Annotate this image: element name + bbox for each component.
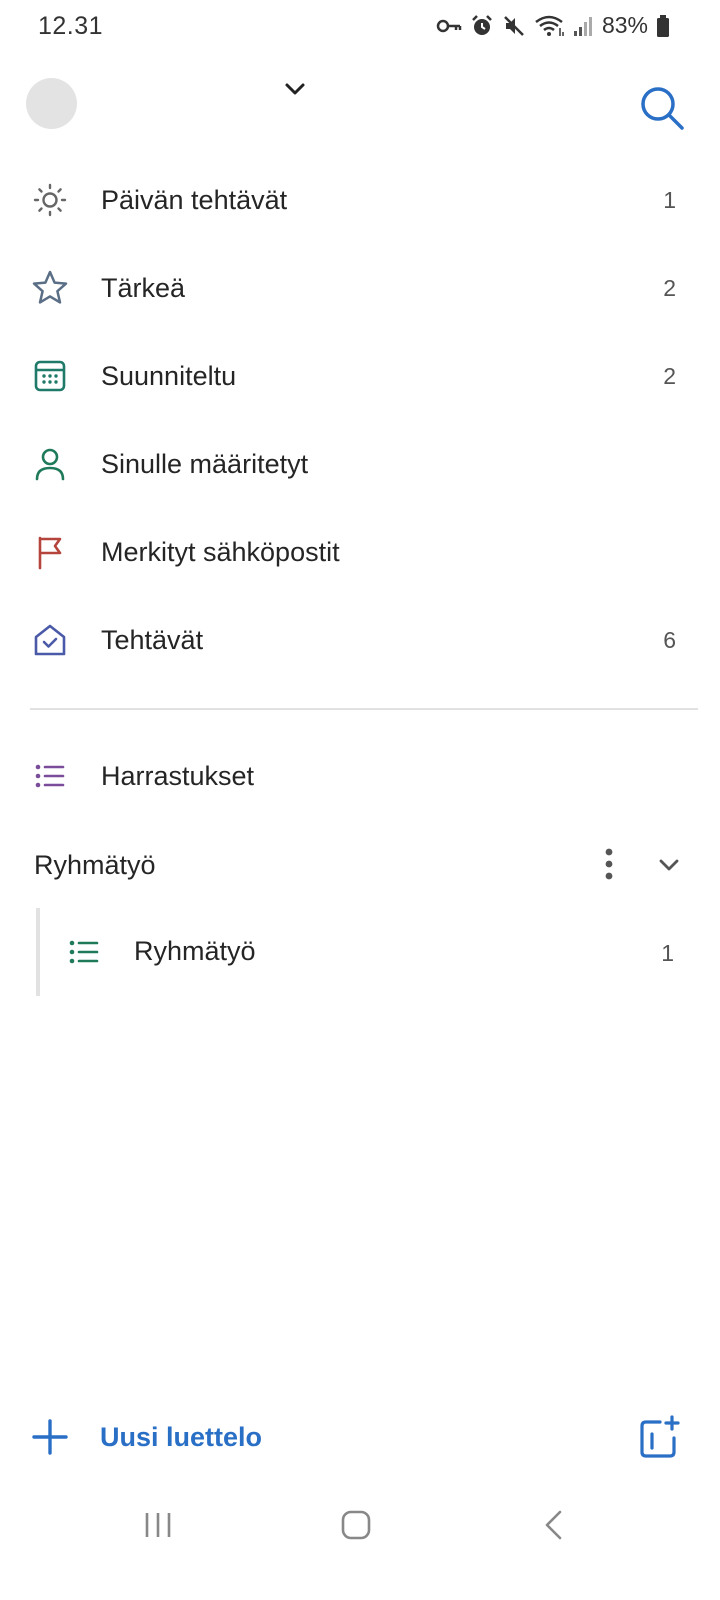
new-list-label: Uusi luettelo [100, 1421, 263, 1452]
bottom-bar: Uusi luettelo [0, 1396, 720, 1480]
calendar-icon [30, 356, 70, 396]
back-button[interactable] [524, 1500, 584, 1550]
home-icon [341, 1510, 371, 1540]
battery-icon [657, 14, 669, 37]
sidebar-item-label: Päivän tehtävät [101, 184, 288, 215]
search-icon [641, 87, 684, 130]
mute-icon [504, 15, 524, 36]
sidebar-item-flagged-email[interactable]: Merkityt sähköpostit [0, 512, 720, 592]
list-item-ryhmatyo[interactable]: Ryhmätyö 1 [0, 912, 720, 992]
more-options-button[interactable] [592, 844, 626, 884]
back-icon [545, 1510, 562, 1540]
divider [30, 708, 698, 710]
status-icons: 83% [436, 12, 670, 39]
star-icon [30, 268, 70, 308]
chevron-down-icon[interactable] [282, 76, 308, 102]
sidebar-item-label: Tärkeä [101, 272, 186, 303]
recent-apps-button[interactable] [128, 1500, 188, 1550]
sidebar-item-label: Sinulle määritetyt [101, 448, 309, 479]
list-item-harrastukset[interactable]: Harrastukset [0, 736, 720, 816]
status-bar: 12.31 83% [0, 0, 720, 52]
system-navigation-bar [0, 1490, 720, 1560]
list-icon [64, 932, 104, 972]
header [0, 60, 720, 150]
home-check-icon [30, 620, 70, 660]
task-count: 6 [663, 626, 676, 653]
task-count: 1 [661, 940, 674, 966]
sidebar-item-tasks[interactable]: Tehtävät 6 [0, 600, 720, 680]
more-vertical-icon [605, 848, 613, 880]
list-item-label: Harrastukset [101, 760, 255, 791]
recent-apps-icon [145, 1513, 171, 1537]
sidebar-item-label: Tehtävät [101, 624, 204, 655]
group-header[interactable]: Ryhmätyö [0, 826, 720, 906]
group-label: Ryhmätyö [34, 850, 156, 880]
sidebar-item-label: Suunniteltu [101, 360, 237, 391]
avatar[interactable] [26, 78, 77, 129]
task-count: 1 [663, 186, 676, 213]
list-item-label: Ryhmätyö [134, 936, 256, 966]
group-collapse-button[interactable] [652, 848, 686, 882]
chevron-down-icon [659, 859, 679, 871]
flag-icon [30, 532, 70, 572]
status-time: 12.31 [38, 12, 104, 40]
sun-icon [30, 180, 70, 220]
new-list-button[interactable]: Uusi luettelo [30, 1412, 262, 1462]
sidebar-item-label: Merkityt sähköpostit [101, 536, 340, 567]
task-count: 2 [663, 362, 676, 389]
sidebar-item-my-day[interactable]: Päivän tehtävät 1 [0, 160, 720, 240]
key-icon [436, 19, 462, 32]
plus-icon [32, 1419, 68, 1455]
search-button[interactable] [634, 80, 690, 136]
person-icon [30, 444, 70, 484]
new-group-button[interactable] [632, 1410, 686, 1464]
sidebar-item-planned[interactable]: Suunniteltu 2 [0, 336, 720, 416]
list-icon [30, 756, 70, 796]
battery-level: 83% [601, 12, 648, 38]
signal-icon [573, 16, 592, 36]
home-button[interactable] [326, 1500, 386, 1550]
alarm-icon [472, 14, 492, 35]
new-group-icon [640, 1415, 680, 1458]
task-count: 2 [663, 274, 676, 301]
wifi-icon [535, 15, 564, 36]
sidebar-item-important[interactable]: Tärkeä 2 [0, 248, 720, 328]
sidebar-item-assigned[interactable]: Sinulle määritetyt [0, 424, 720, 504]
